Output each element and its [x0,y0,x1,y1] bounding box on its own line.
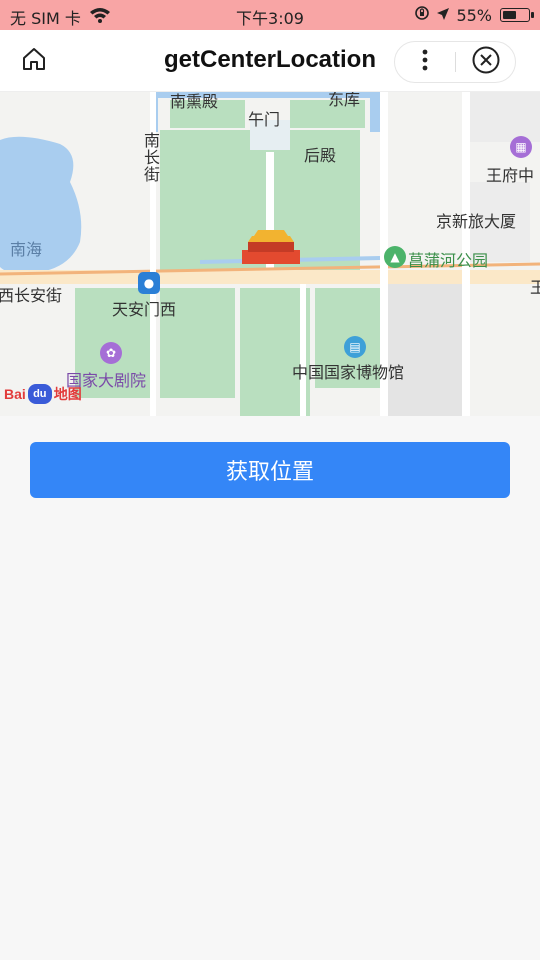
rotation-lock-icon [414,5,430,25]
map-label: 南熏殿 [170,92,219,111]
map-label: 京新旅大厦 [436,212,517,231]
status-bar: 无 SIM 卡 下午3:09 55% [0,0,540,30]
close-button[interactable] [456,42,516,82]
subway-icon: ● [138,272,160,294]
battery-icon [500,8,534,22]
museum-icon: ▤ [344,336,366,358]
menu-capsule [394,41,516,83]
map-label: 西长安街 [0,286,63,305]
map-label: 菖蒲河公园 [408,251,489,270]
status-right: 55% [414,5,534,25]
map-label: 王府中 [486,166,535,185]
map-label: 午门 [248,110,281,129]
logo-suffix: 地图 [53,386,82,402]
map-label: 后殿 [304,146,337,165]
battery-percent: 55% [456,5,492,25]
battery-fill [503,11,516,19]
map-label: 王 [530,278,540,297]
logo-bai: Bai [4,386,26,402]
map-label: 南海 [10,240,43,259]
theater-icon: ✿ [100,342,122,364]
get-location-button[interactable]: 获取位置 [30,442,510,498]
map-label: 南长街 [141,132,160,183]
navigation-bar: getCenterLocation [0,30,540,92]
map-label: 东库 [328,92,361,109]
more-vertical-icon [422,49,428,75]
shopping-bag-icon: ▦ [510,136,532,158]
logo-du: du [27,384,52,404]
close-circle-icon [471,45,501,79]
park-tree-icon: ▲ [384,246,406,268]
location-arrow-icon [436,6,450,25]
baidu-map-logo: Bai du 地图 [4,384,82,404]
map-view[interactable]: 南熏殿 东库 午门 南长街 后殿 南海 ▦ 王府中 京新旅大厦 ▲ 菖蒲河公园 … [0,92,540,416]
map-label: 中国国家博物馆 [292,363,405,382]
map-label: 天安门西 [112,300,177,319]
more-button[interactable] [395,42,455,82]
